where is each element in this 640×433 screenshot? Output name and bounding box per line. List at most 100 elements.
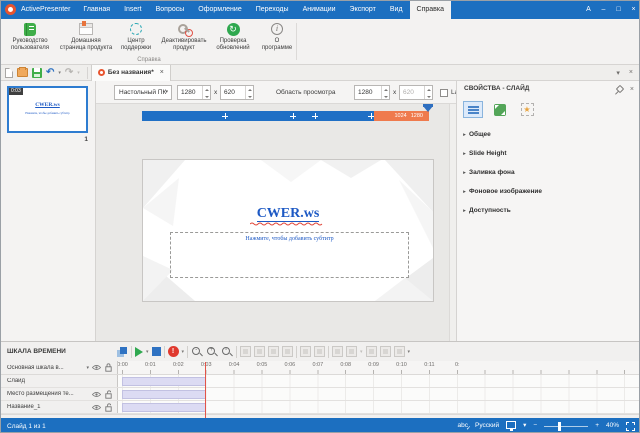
timeline-panes-icon[interactable] bbox=[116, 346, 128, 358]
pin-pane-icon[interactable] bbox=[616, 85, 624, 93]
properties-panel: СВОЙСТВА - СЛАЙД × ★ ▸ Общее ▸ Slide Hei… bbox=[456, 81, 640, 341]
stop-icon[interactable] bbox=[152, 347, 161, 356]
close-window-button[interactable]: × bbox=[626, 1, 640, 19]
undo-dropdown-icon[interactable]: ▾ bbox=[58, 70, 61, 76]
slide-canvas[interactable]: CWER.ws Нажмите, чтобы добавить субтитр bbox=[142, 159, 434, 302]
zoom-slider-handle[interactable] bbox=[558, 422, 561, 431]
check-updates-button[interactable]: ↻ Проверка обновлений bbox=[209, 21, 257, 55]
zoom-in-timeline-icon[interactable]: + bbox=[206, 346, 218, 358]
breakpoint-marker-icon[interactable] bbox=[222, 113, 228, 119]
tab-animatsii[interactable]: Анимации bbox=[296, 1, 343, 19]
language-status[interactable]: Русский bbox=[475, 418, 499, 433]
user-guide-button[interactable]: Руководство пользователя bbox=[1, 21, 59, 55]
toolbar-overflow-icon[interactable]: ▾ bbox=[408, 349, 411, 355]
tab-eksport[interactable]: Экспорт bbox=[343, 1, 383, 19]
track-slide[interactable]: Слайд bbox=[1, 375, 640, 388]
tab-glavnaya[interactable]: Главная bbox=[76, 1, 117, 19]
breakpoint-marker-icon[interactable] bbox=[290, 113, 296, 119]
save-icon[interactable] bbox=[32, 68, 42, 78]
zoom-out-timeline-icon[interactable]: - bbox=[191, 346, 203, 358]
device-select[interactable]: Настольный ПК ▾ bbox=[114, 85, 172, 100]
unlock-icon[interactable] bbox=[105, 390, 112, 399]
timeline-ruler-row: Основная шкала в... ▾ 0:00 0:01 0:02 0:0… bbox=[1, 361, 640, 375]
status-bar: Слайд 1 из 1 abc ✓ Русский ▾ − + 40% bbox=[1, 418, 640, 433]
slide-title-block[interactable]: CWER.ws bbox=[143, 206, 433, 226]
expand-arrow-icon: ▸ bbox=[460, 208, 469, 214]
tab-interactivity-properties[interactable]: ★ bbox=[517, 101, 537, 118]
presentation-mode-icon[interactable] bbox=[506, 421, 516, 429]
zoom-fit-timeline-icon[interactable]: ▫ bbox=[221, 346, 233, 358]
layout-checkbox[interactable] bbox=[440, 89, 448, 97]
undo-icon[interactable]: ↶ bbox=[46, 68, 54, 78]
tab-perekhody[interactable]: Переходы bbox=[249, 1, 296, 19]
visibility-eye-icon[interactable] bbox=[92, 364, 101, 371]
support-center-button[interactable]: Центр поддержки bbox=[113, 21, 159, 55]
new-document-icon[interactable] bbox=[5, 68, 13, 78]
section-fonovoe-izobrazhenie[interactable]: ▸ Фоновое изображение bbox=[457, 182, 640, 201]
record-dropdown-icon[interactable]: ▾ bbox=[182, 349, 185, 355]
tab-size-properties[interactable] bbox=[490, 101, 510, 118]
responsive-breakpoint-bar[interactable]: 1024 1280 bbox=[142, 111, 429, 121]
expand-arrow-icon: ▸ bbox=[460, 132, 469, 138]
deactivate-product-button[interactable]: Деактивировать продукт bbox=[159, 21, 209, 55]
subtitle-placeholder-box[interactable]: Нажмите, чтобы добавить субтитр bbox=[170, 232, 409, 278]
tab-voprosy[interactable]: Вопросы bbox=[149, 1, 192, 19]
tab-vid[interactable]: Вид bbox=[383, 1, 410, 19]
breakpoint-marker-icon[interactable] bbox=[312, 113, 318, 119]
slide-height-spinner[interactable]: 620 bbox=[220, 85, 254, 100]
pane-menu-caret-icon[interactable]: ▾ bbox=[616, 69, 620, 77]
track-title-1[interactable]: Название_1 bbox=[1, 401, 640, 414]
close-pane-icon[interactable]: × bbox=[630, 86, 634, 93]
app-menu-button[interactable]: ActivePresenter bbox=[19, 1, 76, 19]
document-tab-close-icon[interactable]: × bbox=[160, 69, 164, 76]
slide-duration-bar[interactable] bbox=[122, 377, 206, 386]
maximize-button[interactable]: □ bbox=[611, 1, 626, 19]
canvas-vertical-scrollbar[interactable] bbox=[449, 104, 456, 341]
placeholder-duration-bar[interactable] bbox=[122, 390, 206, 399]
main-timeline-selector[interactable]: Основная шкала в... ▾ bbox=[1, 361, 118, 374]
tab-insert[interactable]: Insert bbox=[117, 1, 149, 19]
playhead-line[interactable] bbox=[205, 362, 206, 418]
title-duration-bar[interactable] bbox=[122, 403, 206, 412]
zoom-out-button[interactable]: − bbox=[533, 418, 537, 433]
open-project-icon[interactable] bbox=[17, 68, 28, 77]
fit-to-window-icon[interactable] bbox=[626, 422, 635, 431]
timeline-select-caret-icon: ▾ bbox=[86, 365, 89, 371]
tab-slide-properties[interactable] bbox=[463, 101, 483, 118]
play-dropdown-icon[interactable]: ▾ bbox=[146, 349, 149, 355]
app-logo-icon bbox=[5, 4, 16, 15]
visibility-eye-icon[interactable] bbox=[92, 404, 101, 411]
minimize-button[interactable]: – bbox=[596, 1, 611, 19]
section-zalivka-fona[interactable]: ▸ Заливка фона bbox=[457, 163, 640, 182]
document-tab[interactable]: Без названия* × bbox=[91, 65, 171, 81]
document-tab-title: Без названия* bbox=[108, 69, 154, 76]
unlock-icon[interactable] bbox=[105, 403, 112, 412]
slide-thumbnail[interactable]: 0:03 CWER.ws Нажмите, чтобы добавить суб… bbox=[7, 86, 88, 133]
breakpoint-handle-icon[interactable] bbox=[423, 106, 433, 117]
audio-dropdown-icon: ▾ bbox=[360, 349, 363, 355]
tab-oformlenie[interactable]: Оформление bbox=[191, 1, 248, 19]
section-dostupnost[interactable]: ▸ Доступность bbox=[457, 201, 640, 220]
product-homepage-button[interactable]: Домашняя страница продукта bbox=[59, 21, 113, 55]
accessibility-button[interactable]: A bbox=[581, 1, 596, 19]
about-button[interactable]: i О программе bbox=[257, 21, 297, 55]
zoom-slider[interactable] bbox=[544, 418, 588, 433]
visibility-eye-icon[interactable] bbox=[92, 391, 101, 398]
presentation-mode-caret-icon[interactable]: ▾ bbox=[523, 418, 526, 433]
section-obschee[interactable]: ▸ Общее bbox=[457, 125, 640, 144]
slide-width-spinner[interactable]: 1280 bbox=[177, 85, 211, 100]
canvas-workspace[interactable]: 1024 1280 bbox=[96, 104, 456, 341]
section-slide-height[interactable]: ▸ Slide Height bbox=[457, 144, 640, 163]
lock-icon[interactable] bbox=[105, 363, 112, 372]
pane-close-icon[interactable]: × bbox=[629, 69, 633, 76]
spellcheck-icon[interactable]: abc ✓ bbox=[458, 418, 468, 433]
viewport-width-spinner[interactable]: 1280 bbox=[354, 85, 390, 100]
record-narration-icon[interactable]: ! bbox=[168, 346, 179, 357]
ruler-tick-marks bbox=[118, 370, 640, 374]
play-icon[interactable] bbox=[135, 347, 143, 357]
zoom-in-button[interactable]: + bbox=[595, 418, 599, 433]
tab-spravka-active[interactable]: Справка bbox=[410, 1, 451, 19]
ribbon-group-label: Справка bbox=[1, 57, 297, 63]
join-icon bbox=[314, 346, 325, 357]
track-text-placeholder[interactable]: Место размещения те... bbox=[1, 388, 640, 401]
